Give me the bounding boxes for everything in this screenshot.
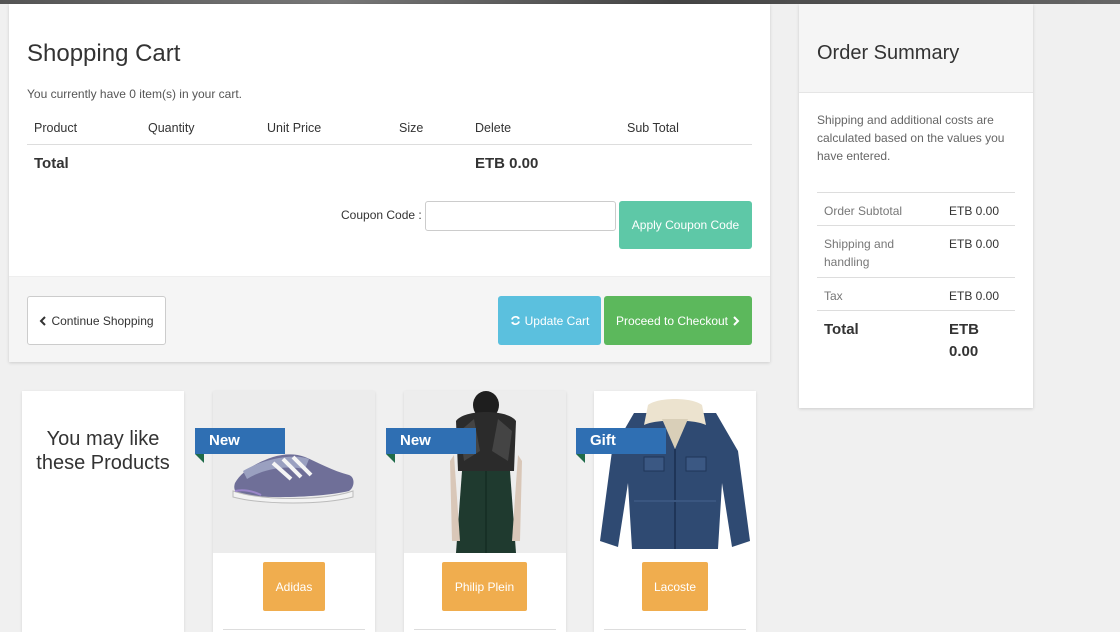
- summary-row-total: Total ETB 0.00: [817, 310, 1015, 370]
- denim-jacket-image: [594, 391, 756, 553]
- ribbon-fold: [576, 454, 585, 463]
- chevron-left-icon: [40, 315, 47, 326]
- summary-row-tax: Tax ETB 0.00: [817, 277, 1015, 310]
- product-badge: Gift: [576, 428, 666, 454]
- product-badge: New: [195, 428, 285, 454]
- checkout-label: Proceed to Checkout: [615, 313, 729, 328]
- ribbon-fold: [386, 454, 395, 463]
- product-image[interactable]: [594, 391, 756, 553]
- summary-total-label: Total: [824, 321, 859, 338]
- coupon-code-label: Coupon Code :: [341, 208, 422, 222]
- cart-total-value: ETB 0.00: [475, 155, 539, 172]
- summary-total-value: ETB 0.00: [949, 321, 979, 360]
- column-delete: Delete: [475, 121, 512, 135]
- cart-actions-bar: Continue Shopping Update Cart Proceed to…: [9, 276, 770, 362]
- brand-button-lacoste[interactable]: Lacoste: [642, 562, 708, 611]
- update-cart-label: Update Cart: [524, 313, 590, 328]
- order-summary-title: Order Summary: [817, 42, 960, 64]
- proceed-to-checkout-button[interactable]: Proceed to Checkout: [604, 296, 752, 345]
- column-quantity: Quantity: [148, 121, 195, 135]
- sneaker-image: [213, 391, 375, 553]
- refresh-icon: [510, 316, 520, 325]
- summary-row-value: ETB 0.00: [949, 237, 1000, 251]
- cart-item-count: You currently have 0 item(s) in your car…: [27, 87, 242, 101]
- product-image[interactable]: [404, 391, 566, 553]
- column-unit-price: Unit Price: [267, 121, 322, 135]
- ribbon-fold: [195, 454, 204, 463]
- brand-button-philip-plein[interactable]: Philip Plein: [442, 562, 527, 611]
- fur-vest-image: [404, 391, 566, 553]
- brand-button-adidas[interactable]: Adidas: [263, 562, 325, 611]
- summary-row-value: ETB 0.00: [949, 204, 1000, 218]
- chevron-right-icon: [733, 315, 740, 326]
- coupon-code-input[interactable]: [425, 201, 616, 231]
- brand-label: Lacoste: [653, 579, 697, 594]
- continue-shopping-button[interactable]: Continue Shopping: [27, 296, 166, 345]
- order-summary-header: Order Summary: [799, 4, 1033, 93]
- divider: [414, 629, 556, 630]
- order-summary-note: Shipping and additional costs are calcul…: [817, 113, 1005, 163]
- column-product: Product: [34, 121, 78, 135]
- summary-row-subtotal: Order Subtotal ETB 0.00: [817, 192, 1015, 225]
- column-size: Size: [399, 121, 424, 135]
- summary-row-label: Tax: [824, 289, 843, 303]
- column-sub-total: Sub Total: [627, 121, 679, 135]
- cart-total-row: Total ETB 0.00: [27, 145, 752, 181]
- summary-row-label: Shipping and handling: [824, 237, 895, 269]
- product-card-adidas[interactable]: New Adidas: [195, 391, 375, 632]
- product-badge: New: [386, 428, 476, 454]
- cart-total-label: Total: [34, 155, 69, 172]
- summary-row-shipping: Shipping and handling ETB 0.00: [817, 225, 1015, 277]
- product-image[interactable]: [213, 391, 375, 553]
- page-title: Shopping Cart: [27, 40, 181, 67]
- divider: [604, 629, 746, 630]
- recommendations-heading-card: You may like these Products: [22, 391, 184, 632]
- apply-coupon-label: Apply Coupon Code: [631, 218, 740, 232]
- shopping-cart-panel: Shopping Cart You currently have 0 item(…: [9, 4, 770, 362]
- cart-table-header: Product Quantity Unit Price Size Delete …: [27, 119, 752, 145]
- summary-row-value: ETB 0.00: [949, 289, 1000, 303]
- product-card-lacoste[interactable]: Gift Lacoste: [576, 391, 756, 632]
- recommendations-heading: You may like these Products: [36, 428, 170, 474]
- apply-coupon-button[interactable]: Apply Coupon Code: [619, 201, 752, 249]
- order-summary-panel: Order Summary Shipping and additional co…: [799, 4, 1033, 408]
- summary-row-label: Order Subtotal: [824, 204, 903, 218]
- brand-label: Adidas: [275, 579, 313, 594]
- product-card-philip-plein[interactable]: New Philip Plein: [386, 391, 566, 632]
- divider: [223, 629, 365, 630]
- brand-label: Philip Plein: [454, 579, 515, 594]
- update-cart-button[interactable]: Update Cart: [498, 296, 601, 345]
- continue-shopping-label: Continue Shopping: [51, 313, 154, 328]
